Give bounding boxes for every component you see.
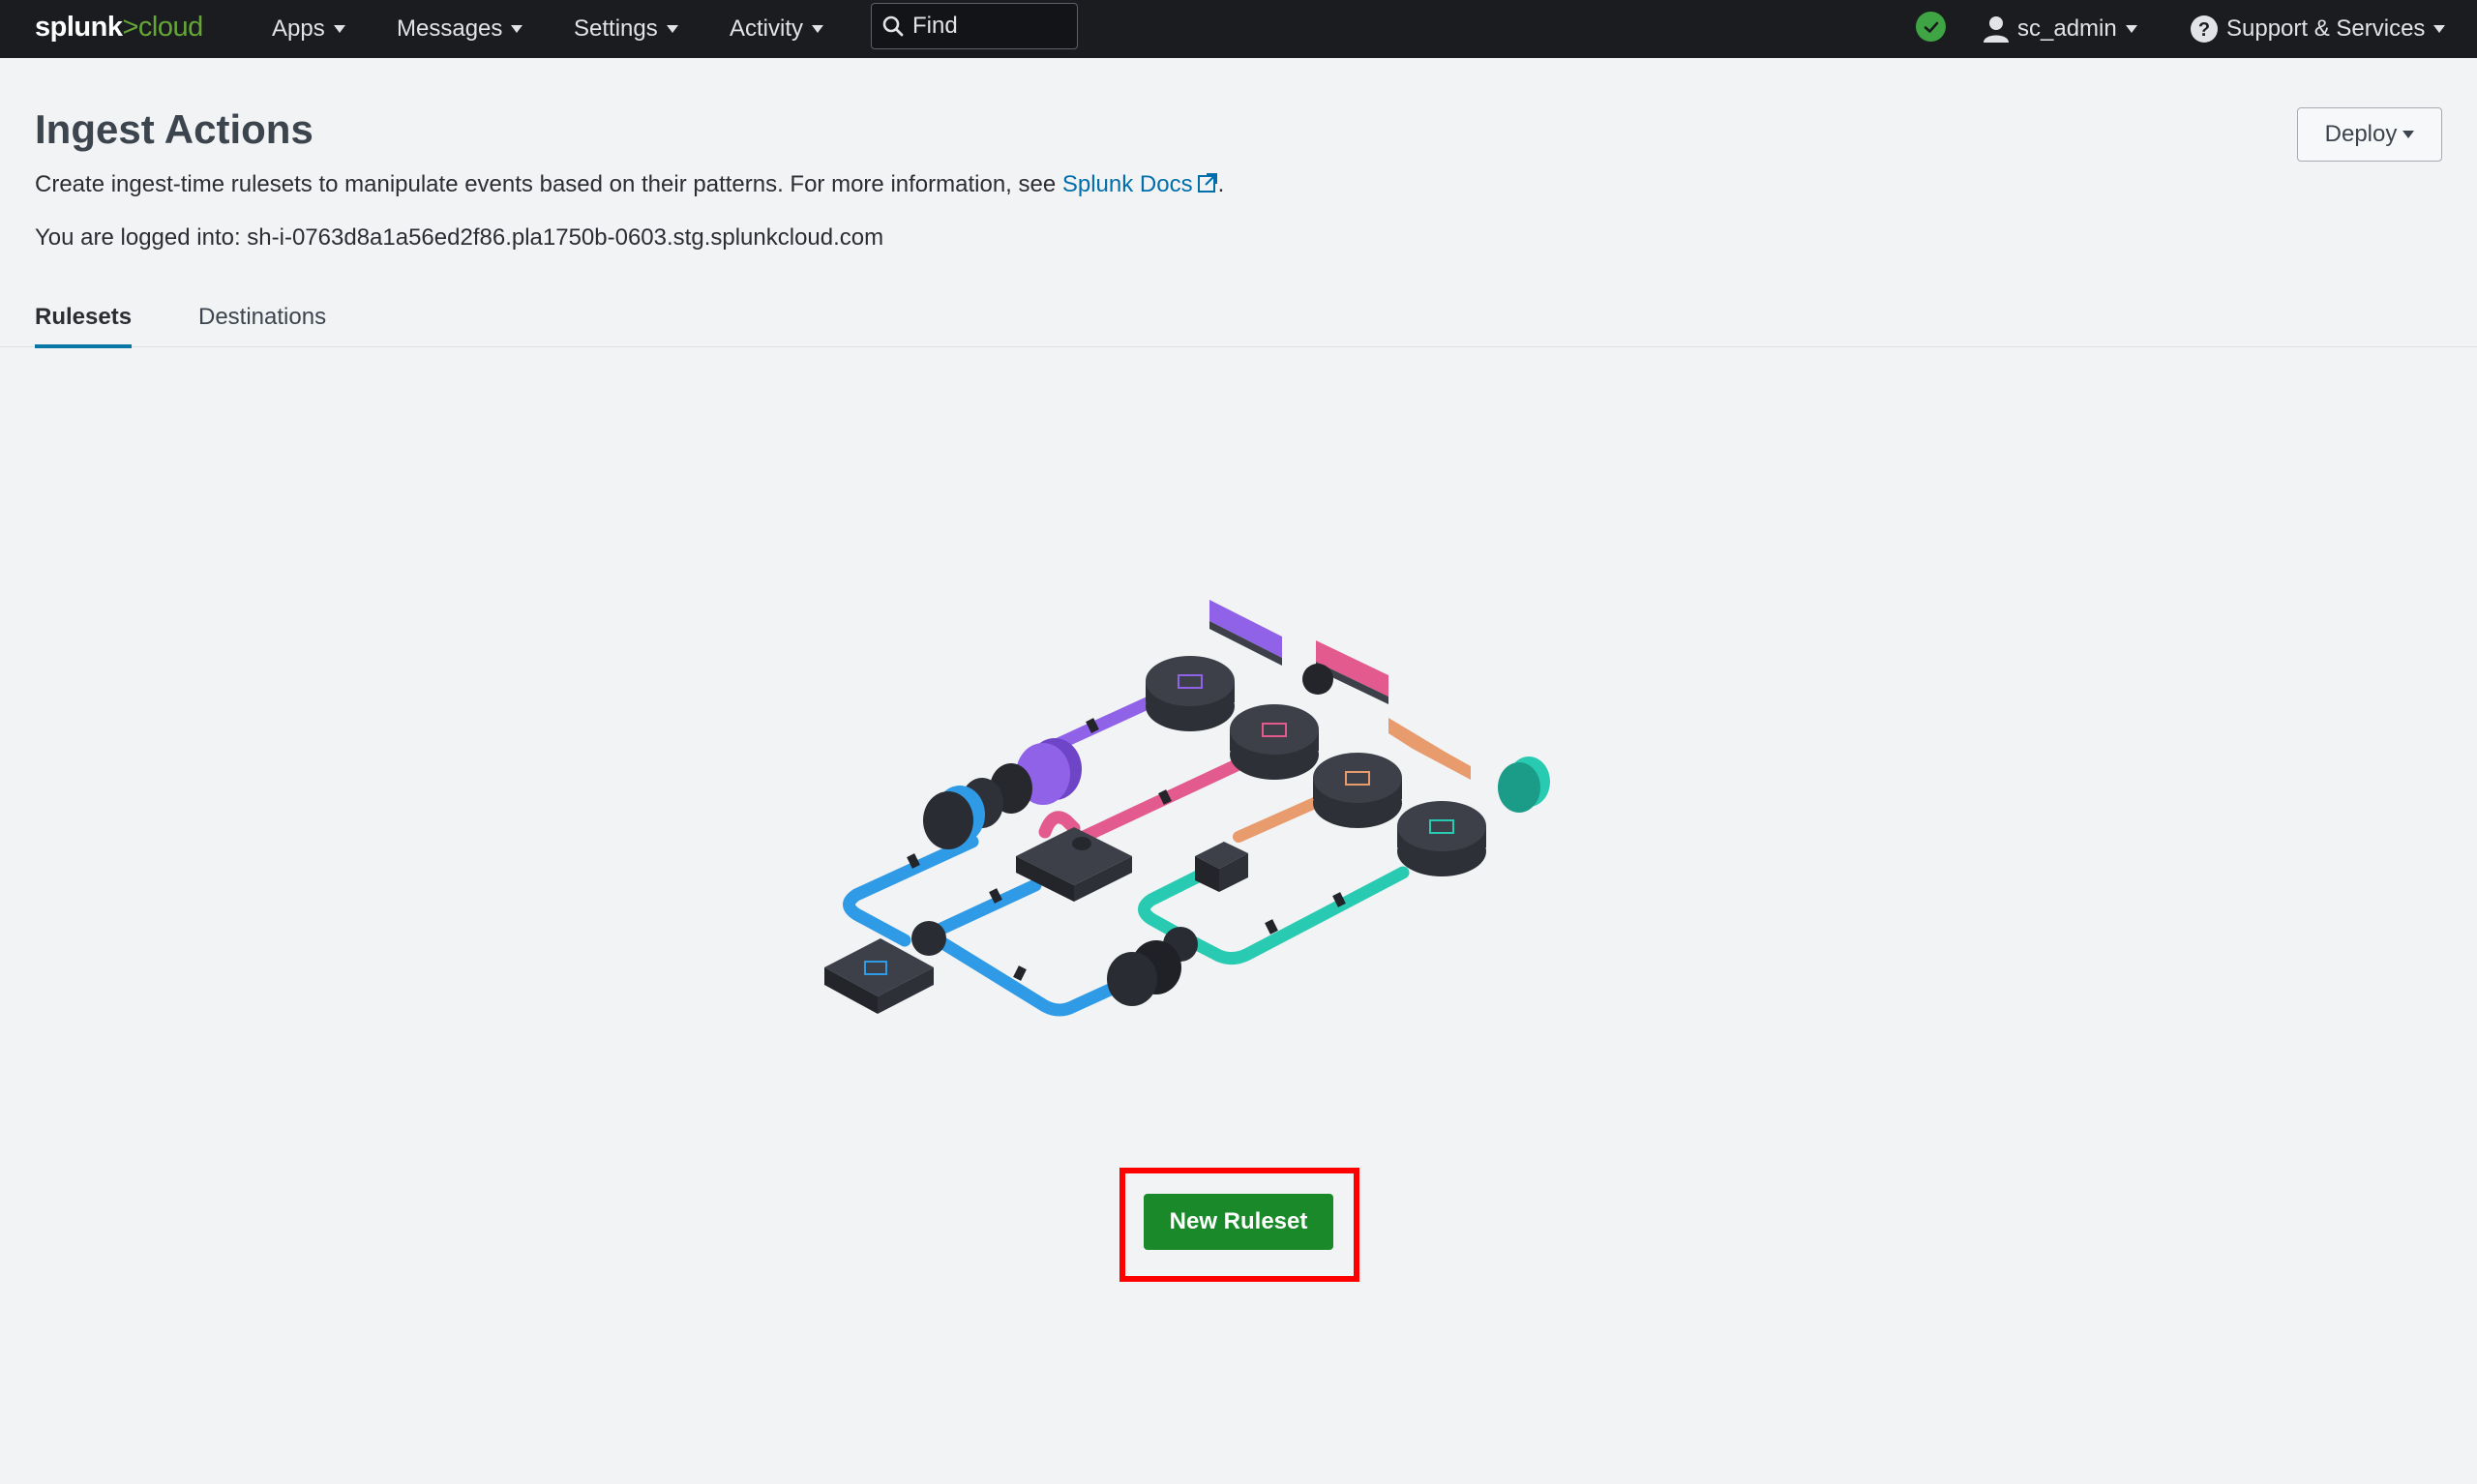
help-icon: ? — [2191, 15, 2218, 43]
activity-menu[interactable]: Activity — [730, 0, 824, 58]
chevron-down-icon — [812, 25, 824, 33]
settings-menu[interactable]: Settings — [574, 0, 678, 58]
search-icon — [882, 15, 904, 37]
messages-menu[interactable]: Messages — [397, 0, 523, 58]
external-link-icon — [1197, 173, 1217, 193]
chevron-down-icon — [2402, 131, 2415, 138]
deploy-button-label: Deploy — [2324, 121, 2398, 147]
chevron-down-icon — [666, 25, 678, 33]
tab-destinations[interactable]: Destinations — [198, 304, 326, 344]
find-placeholder: Find — [912, 13, 958, 39]
splunk-docs-link[interactable]: Splunk Docs — [1062, 171, 1218, 197]
logo-splunk-text: splunk — [35, 12, 123, 43]
apps-menu-label: Apps — [272, 15, 325, 42]
user-menu[interactable]: sc_admin — [1983, 0, 2137, 58]
support-menu[interactable]: ? Support & Services — [2190, 0, 2446, 58]
chevron-down-icon — [2433, 25, 2446, 33]
new-ruleset-button[interactable]: New Ruleset — [1144, 1194, 1333, 1250]
svg-text:?: ? — [2198, 19, 2210, 41]
splunk-cloud-logo[interactable]: splunk>cloud — [35, 12, 203, 44]
splunk-docs-link-label: Splunk Docs — [1061, 171, 1193, 197]
find-input[interactable]: Find — [871, 3, 1078, 49]
chevron-down-icon — [511, 25, 523, 33]
description-text: Create ingest-time rulesets to manipulat… — [35, 171, 1062, 197]
activity-menu-label: Activity — [730, 15, 804, 42]
user-menu-label: sc_admin — [2017, 15, 2117, 42]
user-icon — [1984, 16, 2009, 43]
top-nav-bar: splunk>cloud Apps Messages Settings Acti… — [0, 0, 2477, 58]
support-menu-label: Support & Services — [2226, 15, 2426, 42]
health-status-icon[interactable] — [1916, 12, 1946, 42]
logo-cloud-text: cloud — [137, 12, 203, 43]
chevron-down-icon — [2125, 25, 2137, 33]
deploy-button[interactable]: Deploy — [2297, 107, 2442, 162]
description-end: . — [1217, 171, 1225, 197]
logo-gt-text: > — [122, 12, 138, 43]
pipeline-illustration — [824, 600, 1550, 1017]
messages-menu-label: Messages — [397, 15, 503, 42]
chevron-down-icon — [333, 25, 345, 33]
tab-bar: Rulesets Destinations — [0, 290, 2477, 348]
check-icon — [1924, 21, 1938, 33]
tab-rulesets[interactable]: Rulesets — [35, 304, 133, 348]
settings-menu-label: Settings — [574, 15, 658, 42]
apps-menu[interactable]: Apps — [272, 0, 345, 58]
page-title: Ingest Actions — [35, 106, 313, 152]
logged-in-host-text: You are logged into: sh-i-0763d8a1a56ed2… — [35, 224, 884, 251]
page-description: Create ingest-time rulesets to manipulat… — [35, 171, 1224, 198]
